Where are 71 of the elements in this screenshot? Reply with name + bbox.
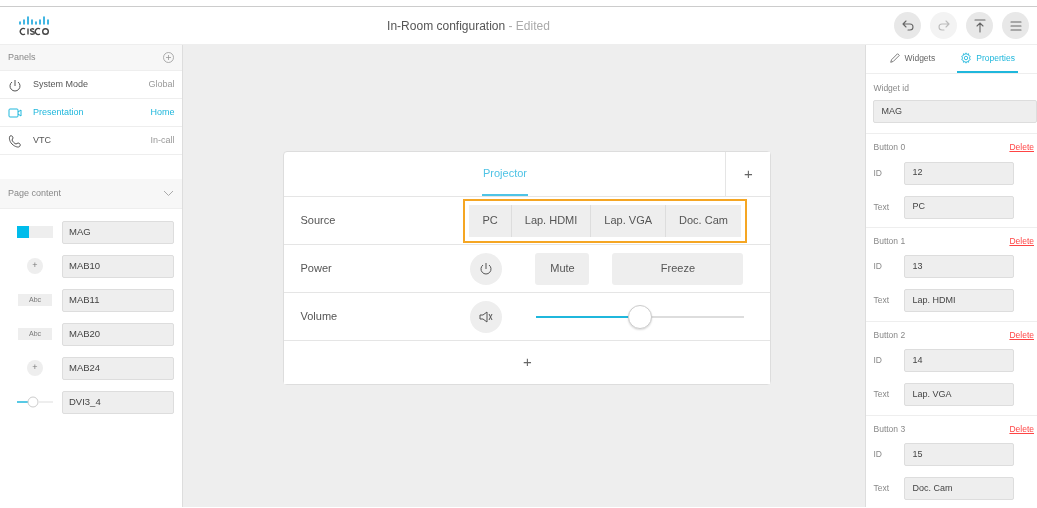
widget-id-field[interactable]: MAB10 bbox=[62, 254, 175, 278]
menu-button[interactable] bbox=[1002, 12, 1029, 39]
field-label: Text bbox=[873, 200, 891, 214]
power-button[interactable] bbox=[470, 252, 503, 285]
source-button[interactable]: Doc. Cam bbox=[666, 204, 741, 237]
video-camera-icon bbox=[8, 105, 23, 120]
widget-id-field[interactable]: MAB20 bbox=[62, 322, 175, 346]
button-heading: Button 1 bbox=[873, 235, 906, 248]
source-button-group[interactable]: PC Lap. HDMI Lap. VGA Doc. Cam bbox=[465, 200, 745, 241]
add-icon[interactable] bbox=[163, 52, 175, 63]
slider-widget-icon bbox=[17, 396, 53, 408]
button-heading: Button 0 bbox=[873, 141, 906, 154]
phone-icon bbox=[8, 133, 23, 148]
row-label: Volume bbox=[300, 309, 339, 325]
field-label: Widget id bbox=[873, 82, 910, 95]
source-button[interactable]: PC bbox=[469, 204, 512, 237]
speaker-muted-icon bbox=[478, 309, 495, 324]
upload-button[interactable] bbox=[966, 12, 993, 39]
source-button[interactable]: Lap. HDMI bbox=[511, 204, 592, 237]
widget-id-field[interactable]: MAB11 bbox=[62, 288, 175, 312]
widget-id-field[interactable]: MAG bbox=[62, 220, 175, 244]
field-label: Text bbox=[873, 294, 891, 308]
button-heading: Button 3 bbox=[873, 422, 906, 436]
text-field[interactable]: Doc. Cam bbox=[904, 476, 1015, 500]
delete-link[interactable]: Delete bbox=[1009, 141, 1034, 154]
button-widget-icon: + bbox=[27, 360, 43, 376]
button-heading: Button 2 bbox=[873, 328, 906, 342]
power-icon bbox=[479, 261, 494, 276]
delete-link[interactable]: Delete bbox=[1009, 422, 1034, 436]
add-tab-button[interactable]: + bbox=[725, 152, 771, 196]
text-field[interactable]: Lap. HDMI bbox=[904, 289, 1015, 313]
panel-item[interactable]: VTC In-call bbox=[0, 127, 183, 155]
text-field[interactable]: PC bbox=[904, 195, 1015, 219]
volume-slider[interactable] bbox=[536, 304, 745, 329]
field-label: Text bbox=[873, 481, 891, 495]
delete-link[interactable]: Delete bbox=[1009, 235, 1034, 248]
id-field[interactable]: 13 bbox=[904, 255, 1015, 279]
power-icon bbox=[8, 77, 23, 92]
section-title: Panels bbox=[8, 50, 36, 64]
text-field[interactable]: Lap. VGA bbox=[904, 383, 1015, 406]
page-title: In-Room configuration - Edited bbox=[386, 17, 551, 35]
field-label: ID bbox=[873, 354, 883, 367]
toggle-icon bbox=[17, 226, 53, 238]
undo-button[interactable] bbox=[894, 12, 921, 39]
id-field[interactable]: 15 bbox=[904, 442, 1015, 466]
id-field[interactable]: 12 bbox=[904, 161, 1015, 185]
chevron-down-icon[interactable] bbox=[163, 190, 175, 197]
gear-icon bbox=[960, 52, 973, 64]
field-label: Text bbox=[873, 388, 891, 401]
section-title: Page content bbox=[8, 186, 62, 200]
slider-thumb[interactable] bbox=[628, 304, 653, 329]
source-button[interactable]: Lap. VGA bbox=[591, 204, 667, 237]
properties-tab[interactable]: Widgets bbox=[885, 45, 939, 73]
widget-id-field[interactable]: MAB24 bbox=[62, 356, 175, 380]
mute-button[interactable]: Mute bbox=[535, 252, 590, 285]
widget-id-field[interactable]: MAG bbox=[873, 100, 1037, 124]
id-field[interactable]: 14 bbox=[904, 349, 1015, 372]
logo-icon bbox=[18, 15, 52, 36]
panel-item[interactable]: System Mode Global bbox=[0, 71, 183, 99]
freeze-button[interactable]: Freeze bbox=[612, 252, 744, 285]
widget-id-field[interactable]: DVI3_4 bbox=[62, 390, 175, 414]
button-widget-icon: + bbox=[27, 258, 43, 274]
row-label: Power bbox=[300, 261, 333, 277]
widget-row[interactable]: Power Mute Freeze bbox=[284, 245, 771, 293]
field-label: ID bbox=[873, 447, 883, 461]
field-label: ID bbox=[873, 166, 883, 180]
row-label: Source bbox=[300, 213, 337, 229]
pencil-icon bbox=[888, 52, 901, 64]
mute-button[interactable] bbox=[470, 300, 503, 333]
field-label: ID bbox=[873, 260, 883, 274]
delete-link[interactable]: Delete bbox=[1009, 328, 1034, 342]
